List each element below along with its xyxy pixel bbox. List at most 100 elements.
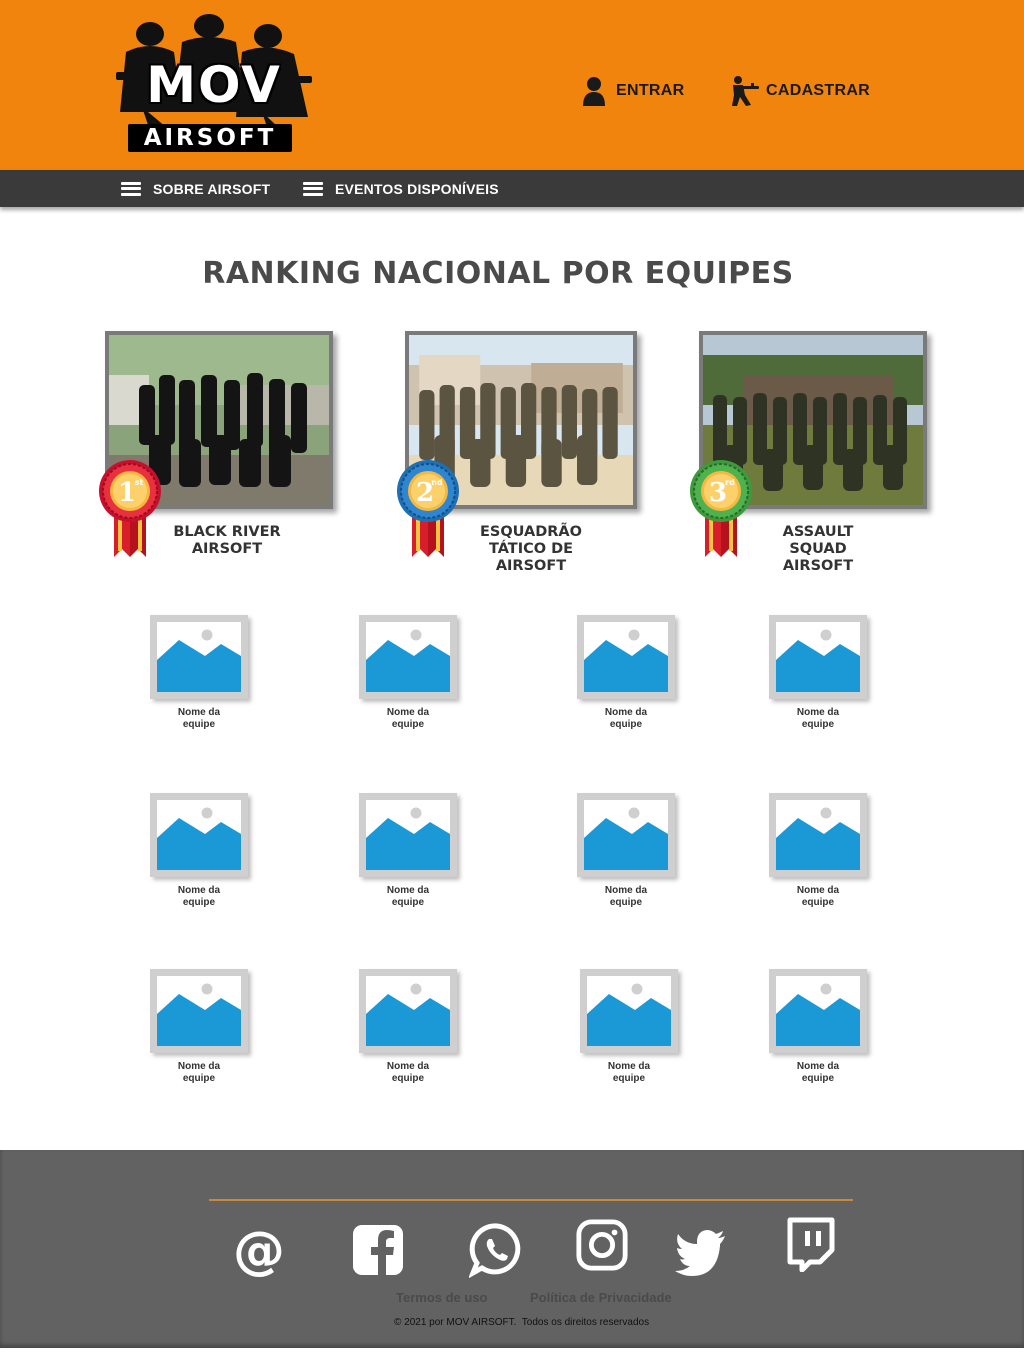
team-placeholder-name: Nome da equipe xyxy=(359,1061,457,1085)
image-placeholder-icon xyxy=(584,622,668,692)
image-placeholder-icon xyxy=(776,622,860,692)
twitch-icon[interactable] xyxy=(782,1216,838,1272)
image-placeholder-icon xyxy=(587,976,671,1046)
mov-airsoft-logo[interactable]: MOV AIRSOFT xyxy=(112,12,317,162)
team-placeholder-card[interactable] xyxy=(769,615,867,699)
second-place-medal-icon: 2 nd xyxy=(396,459,460,559)
medal-place-text: 1 xyxy=(118,478,136,508)
soldier-icon xyxy=(732,76,759,106)
team-placeholder-name: Nome da equipe xyxy=(359,885,457,909)
third-place-medal-icon: 3 rd xyxy=(689,459,753,559)
menu-icon xyxy=(121,181,141,196)
team-placeholder-card[interactable] xyxy=(359,615,457,699)
placeholder-name-line2: equipe xyxy=(391,1073,425,1084)
team-placeholder-name: Nome da equipe xyxy=(577,707,675,731)
team-placeholder-name: Nome da equipe xyxy=(769,1061,867,1085)
team-placeholder-name: Nome da equipe xyxy=(769,707,867,731)
placeholder-name-line1: Nome da xyxy=(177,885,221,896)
image-placeholder-icon xyxy=(776,976,860,1046)
signup-label: CADASTRAR xyxy=(766,82,871,99)
placeholder-name-line2: equipe xyxy=(801,897,835,908)
team-placeholder-name: Nome da equipe xyxy=(769,885,867,909)
site-footer: @ Termos de uso Política de Privacidade … xyxy=(0,1150,1024,1348)
team-placeholder-card[interactable] xyxy=(769,969,867,1053)
login-label: ENTRAR xyxy=(616,82,685,99)
page-bottom xyxy=(0,1348,1024,1358)
login-button[interactable]: ENTRAR xyxy=(582,74,684,108)
team-placeholder-card[interactable] xyxy=(577,615,675,699)
team-placeholder-card[interactable] xyxy=(577,793,675,877)
medal-suffix-text: st xyxy=(135,478,144,487)
menu-icon xyxy=(303,181,323,196)
placeholder-name-line1: Nome da xyxy=(607,1061,651,1072)
terms-link[interactable]: Termos de uso xyxy=(396,1290,488,1305)
team-placeholder-name: Nome da equipe xyxy=(580,1061,678,1085)
placeholder-name-line1: Nome da xyxy=(604,707,648,718)
team-placeholder-card[interactable] xyxy=(359,969,457,1053)
medal-suffix-text: rd xyxy=(725,478,735,487)
signup-button[interactable]: CADASTRAR xyxy=(724,74,870,108)
twitter-icon[interactable] xyxy=(673,1224,729,1280)
footer-divider xyxy=(209,1199,853,1201)
privacy-link[interactable]: Política de Privacidade xyxy=(530,1290,672,1305)
copyright-text: © 2021 por MOV AIRSOFT. Todos os direito… xyxy=(394,1317,650,1328)
team-placeholder-name: Nome da equipe xyxy=(359,707,457,731)
team-placeholder-name: Nome da equipe xyxy=(150,885,248,909)
logo-text-mov: MOV xyxy=(146,56,282,114)
placeholder-name-line2: equipe xyxy=(801,719,835,730)
image-placeholder-icon xyxy=(157,622,241,692)
team-placeholder-card[interactable] xyxy=(580,969,678,1053)
image-placeholder-icon xyxy=(366,976,450,1046)
image-placeholder-icon xyxy=(776,800,860,870)
placeholder-name-line1: Nome da xyxy=(796,1061,840,1072)
nav-item-sobre-airsoft[interactable]: SOBRE AIRSOFT xyxy=(121,170,270,207)
placeholder-name-line2: equipe xyxy=(801,1073,835,1084)
svg-text:@: @ xyxy=(233,1222,285,1278)
logo-text-airsoft: AIRSOFT xyxy=(128,124,292,152)
nav-item-label: EVENTOS DISPONÍVEIS xyxy=(335,180,499,197)
whatsapp-icon[interactable] xyxy=(469,1222,525,1278)
first-place-medal-icon: 1 st xyxy=(98,459,162,559)
medal-suffix-text: nd xyxy=(431,478,443,487)
user-icon xyxy=(583,77,605,106)
team-name-first[interactable]: BLACK RIVER AIRSOFT xyxy=(166,524,288,558)
team-placeholder-name: Nome da equipe xyxy=(577,885,675,909)
image-placeholder-icon xyxy=(366,622,450,692)
image-placeholder-icon xyxy=(157,976,241,1046)
team-placeholder-name: Nome da equipe xyxy=(150,1061,248,1085)
placeholder-name-line1: Nome da xyxy=(796,885,840,896)
image-placeholder-icon xyxy=(584,800,668,870)
team-name-third[interactable]: ASSAULT SQUAD AIRSOFT xyxy=(770,524,866,575)
team-placeholder-card[interactable] xyxy=(150,793,248,877)
placeholder-name-line2: equipe xyxy=(609,897,643,908)
facebook-icon[interactable] xyxy=(350,1222,406,1278)
placeholder-name-line1: Nome da xyxy=(386,1061,430,1072)
placeholder-name-line2: equipe xyxy=(609,719,643,730)
team-placeholder-card[interactable] xyxy=(150,969,248,1053)
team-placeholder-card[interactable] xyxy=(359,793,457,877)
main-nav: SOBRE AIRSOFT EVENTOS DISPONÍVEIS xyxy=(0,170,1024,207)
instagram-icon[interactable] xyxy=(575,1218,629,1272)
team-name-second[interactable]: ESQUADRÃO TÁTICO DE AIRSOFT xyxy=(470,524,592,575)
placeholder-name-line1: Nome da xyxy=(386,885,430,896)
placeholder-name-line1: Nome da xyxy=(177,1061,221,1072)
placeholder-name-line2: equipe xyxy=(391,719,425,730)
placeholder-name-line2: equipe xyxy=(182,897,216,908)
placeholder-name-line2: equipe xyxy=(182,1073,216,1084)
nav-item-eventos-disponiveis[interactable]: EVENTOS DISPONÍVEIS xyxy=(303,170,499,207)
page-title: RANKING NACIONAL POR EQUIPES xyxy=(202,256,794,291)
team-placeholder-name: Nome da equipe xyxy=(150,707,248,731)
email-icon[interactable]: @ xyxy=(231,1222,287,1278)
image-placeholder-icon xyxy=(366,800,450,870)
image-placeholder-icon xyxy=(157,800,241,870)
placeholder-name-line1: Nome da xyxy=(386,707,430,718)
placeholder-name-line1: Nome da xyxy=(177,707,221,718)
placeholder-name-line1: Nome da xyxy=(796,707,840,718)
placeholder-name-line1: Nome da xyxy=(604,885,648,896)
team-placeholder-card[interactable] xyxy=(769,793,867,877)
placeholder-name-line2: equipe xyxy=(182,719,216,730)
placeholder-name-line2: equipe xyxy=(612,1073,646,1084)
team-placeholder-card[interactable] xyxy=(150,615,248,699)
nav-item-label: SOBRE AIRSOFT xyxy=(153,180,271,197)
placeholder-name-line2: equipe xyxy=(391,897,425,908)
